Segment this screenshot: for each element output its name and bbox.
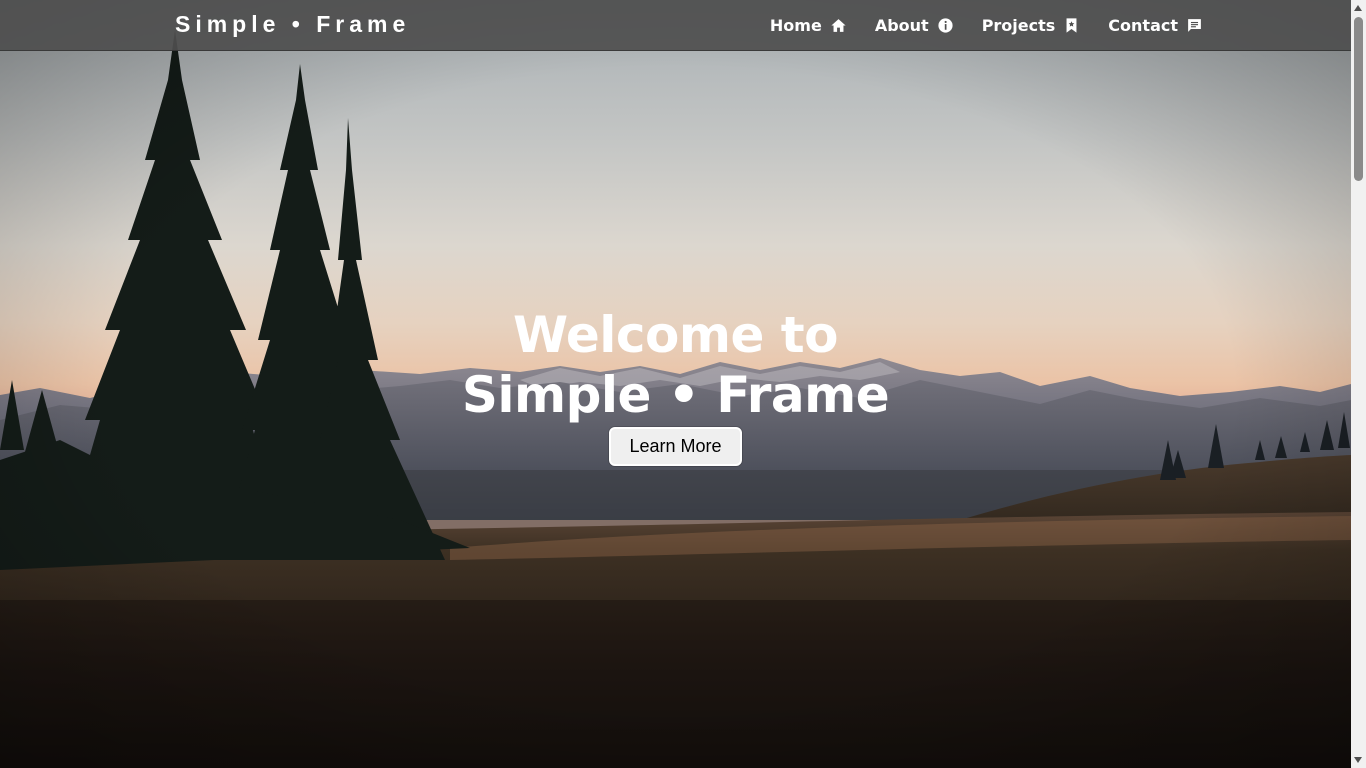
hero-content: Welcome to Simple • Frame Learn More [0,305,1351,466]
nav-item-about[interactable]: About [875,16,954,35]
nav-item-home[interactable]: Home [770,16,847,35]
scrollbar-thumb[interactable] [1354,17,1363,181]
nav-item-label: Projects [981,15,1056,35]
page-scrollbar[interactable] [1351,0,1366,768]
bookmark-icon [1066,17,1077,33]
nav-item-projects[interactable]: Projects [982,16,1081,35]
home-icon [831,18,846,32]
hero-title: Welcome to Simple • Frame [0,305,1351,425]
info-icon [938,17,953,33]
page: Simple • Frame Home About Projects Conta… [0,0,1366,768]
scroll-up-arrow-icon[interactable] [1354,5,1362,11]
navbar: Simple • Frame Home About Projects Conta… [0,0,1351,51]
nav-item-contact[interactable]: Contact [1108,16,1203,35]
scroll-down-arrow-icon[interactable] [1354,757,1362,763]
nav-item-label: Contact [1108,15,1178,35]
nav-links: Home About Projects Contact [770,0,1203,50]
nav-item-label: Home [769,15,822,35]
hero-title-line1: Welcome to [512,306,839,364]
site-brand[interactable]: Simple • Frame [175,11,410,38]
hero-title-line2: Simple • Frame [461,366,890,424]
learn-more-button[interactable]: Learn More [609,427,742,466]
nav-item-label: About [874,15,929,35]
chat-icon [1188,18,1201,32]
